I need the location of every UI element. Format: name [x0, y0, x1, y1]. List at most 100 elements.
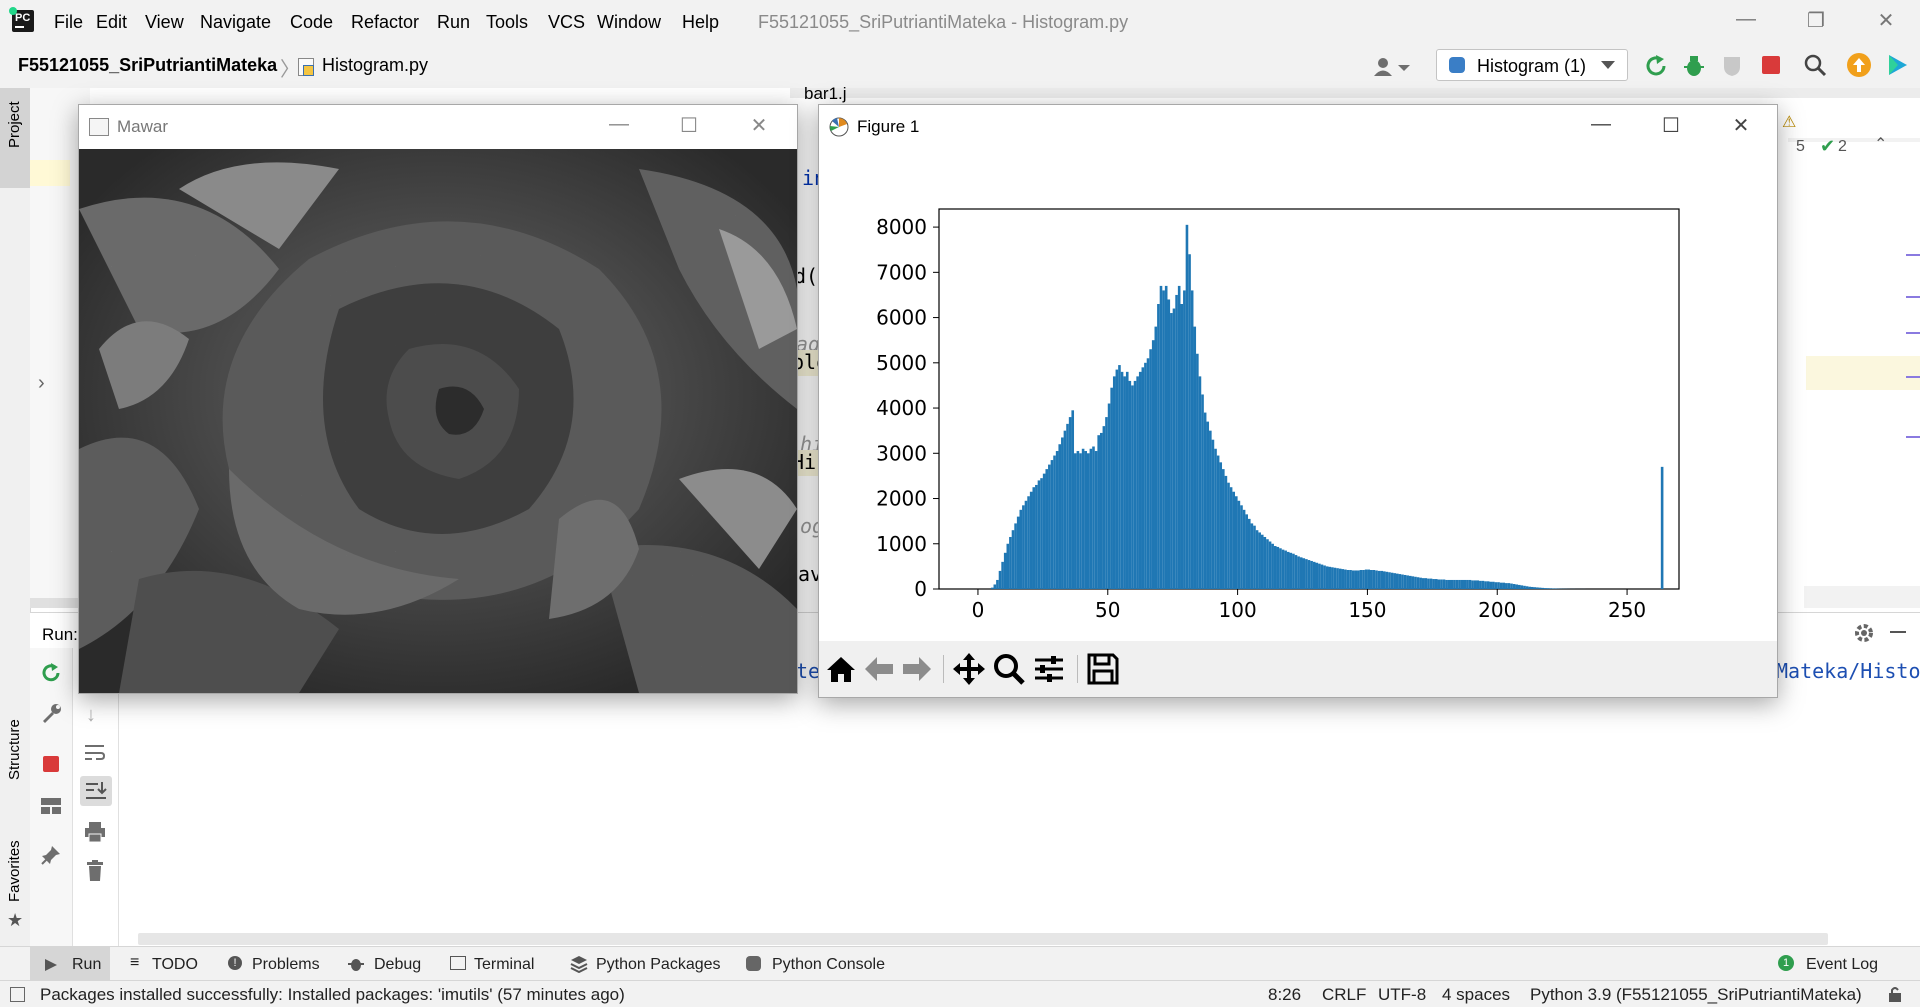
debug-icon[interactable]: [1682, 54, 1706, 78]
stop-run-icon[interactable]: [43, 756, 59, 772]
histogram-bar: [1214, 449, 1217, 589]
expand-arrow-icon[interactable]: ›: [38, 372, 45, 395]
run-output-fragment-left[interactable]: te: [796, 659, 820, 683]
warning-icon[interactable]: ⚠: [1782, 112, 1796, 132]
back-arrow-icon[interactable]: [861, 651, 897, 687]
pin-icon[interactable]: [40, 844, 62, 866]
editor-tab-partial[interactable]: bar1.j: [804, 84, 847, 104]
warning-count[interactable]: 5: [1796, 138, 1805, 156]
tab-python-console[interactable]: Python Console: [746, 947, 896, 981]
run-configuration-select[interactable]: Histogram (1): [1436, 49, 1628, 81]
print-icon[interactable]: [84, 822, 106, 842]
menu-help[interactable]: Help: [682, 12, 719, 33]
mawar-close-button[interactable]: ✕: [739, 113, 779, 141]
wrench-icon[interactable]: [40, 702, 62, 724]
trash-icon[interactable]: [86, 860, 104, 882]
zoom-icon[interactable]: [991, 651, 1027, 687]
close-button[interactable]: ✕: [1866, 8, 1906, 36]
lock-icon[interactable]: [1886, 985, 1904, 1003]
menu-navigate[interactable]: Navigate: [200, 12, 271, 33]
menu-refactor[interactable]: Refactor: [351, 12, 419, 33]
restore-button[interactable]: ❐: [1796, 8, 1836, 36]
check-icon[interactable]: ✔: [1820, 136, 1835, 157]
event-log-button[interactable]: 1 Event Log: [1778, 947, 1898, 981]
tab-terminal[interactable]: Terminal: [450, 947, 550, 981]
figure-minimize-button[interactable]: —: [1581, 113, 1621, 141]
indent-setting[interactable]: 4 spaces: [1442, 985, 1510, 1005]
breadcrumb-project[interactable]: F55121055_SriPutriantiMateka: [18, 55, 277, 76]
favorites-tool-tab[interactable]: Favorites ★: [0, 832, 30, 942]
line-separator[interactable]: CRLF: [1322, 985, 1366, 1005]
menu-file[interactable]: File: [54, 12, 83, 33]
hide-panel-icon[interactable]: [1890, 631, 1906, 633]
histogram-bar: [1131, 385, 1134, 589]
rerun-run-icon[interactable]: [40, 662, 62, 684]
tab-python-packages-label: Python Packages: [596, 956, 721, 974]
tab-problems[interactable]: ! Problems: [228, 947, 338, 981]
app-window-icon: [89, 118, 109, 136]
figure-window[interactable]: Figure 1 — ☐ ✕ 050100150200250 010002000…: [818, 104, 1778, 698]
file-encoding[interactable]: UTF-8: [1378, 985, 1426, 1005]
menu-window[interactable]: Window: [597, 12, 661, 33]
tab-python-packages[interactable]: Python Packages: [570, 947, 730, 981]
soft-wrap-icon[interactable]: [84, 742, 106, 762]
pycharm-logo-icon[interactable]: PC: [12, 10, 34, 32]
breadcrumb-file[interactable]: Histogram.py: [322, 55, 428, 76]
update-icon[interactable]: [1847, 53, 1871, 77]
figure-maximize-button[interactable]: ☐: [1651, 113, 1691, 141]
tab-debug[interactable]: Debug: [348, 947, 438, 981]
editor-scrollbar-area[interactable]: [1804, 586, 1920, 608]
histogram-bar: [1497, 582, 1500, 589]
menu-edit[interactable]: Edit: [96, 12, 127, 33]
save-icon[interactable]: [1085, 651, 1121, 687]
histogram-bar: [1051, 460, 1054, 589]
menu-code[interactable]: Code: [290, 12, 333, 33]
python-interpreter[interactable]: Python 3.9 (F55121055_SriPutriantiMateka…: [1530, 985, 1862, 1005]
arrow-down-icon[interactable]: ↓: [86, 704, 96, 727]
minimize-button[interactable]: —: [1726, 8, 1766, 36]
run-icon: [44, 958, 58, 972]
ok-count[interactable]: 2: [1838, 138, 1847, 156]
run-output-fragment-right[interactable]: Mateka/Histo: [1776, 659, 1920, 683]
error-stripe[interactable]: [1906, 164, 1920, 514]
mawar-maximize-button[interactable]: ☐: [669, 113, 709, 141]
histogram-bar: [1032, 487, 1035, 589]
figure-titlebar[interactable]: Figure 1 — ☐ ✕: [819, 105, 1777, 149]
gear-icon[interactable]: [1852, 621, 1876, 645]
mawar-minimize-button[interactable]: —: [599, 113, 639, 141]
forward-arrow-icon[interactable]: [899, 651, 935, 687]
rerun-icon[interactable]: [1644, 54, 1668, 78]
layout-icon[interactable]: [41, 798, 61, 814]
stop-icon[interactable]: [1762, 56, 1780, 74]
project-tool-tab[interactable]: Project: [0, 88, 30, 188]
coverage-icon[interactable]: [1720, 54, 1744, 78]
run-horizontal-scrollbar[interactable]: [138, 933, 1828, 945]
configure-subplots-icon[interactable]: [1031, 651, 1067, 687]
user-icon[interactable]: [1372, 56, 1412, 78]
scroll-to-end-icon[interactable]: [80, 776, 112, 806]
histogram-bar: [1513, 584, 1516, 589]
tab-run[interactable]: Run: [30, 947, 110, 981]
figure-close-button[interactable]: ✕: [1721, 113, 1761, 141]
structure-tool-tab[interactable]: Structure: [0, 708, 30, 800]
histogram-bar: [1544, 588, 1547, 589]
menu-vcs[interactable]: VCS: [548, 12, 585, 33]
histogram-bar: [1476, 580, 1479, 589]
histogram-bar: [1251, 523, 1254, 589]
caret-position[interactable]: 8:26: [1268, 985, 1301, 1005]
status-message[interactable]: Packages installed successfully: Install…: [40, 985, 625, 1005]
home-icon[interactable]: [823, 651, 859, 687]
histogram-bar: [1245, 514, 1248, 589]
search-icon[interactable]: [1802, 52, 1828, 78]
chevron-up-icon[interactable]: ⌃: [1874, 134, 1887, 154]
mawar-window[interactable]: Mawar — ☐ ✕: [78, 104, 798, 694]
project-scrollbar[interactable]: [30, 598, 80, 608]
pan-icon[interactable]: [951, 651, 987, 687]
mawar-titlebar[interactable]: Mawar — ☐ ✕: [79, 105, 797, 149]
toggle-tool-windows-icon[interactable]: [10, 987, 25, 1002]
menu-view[interactable]: View: [145, 12, 184, 33]
menu-run[interactable]: Run: [437, 12, 470, 33]
menu-tools[interactable]: Tools: [486, 12, 528, 33]
tab-todo[interactable]: ≡ TODO: [128, 947, 218, 981]
plugin-logo-icon[interactable]: [1886, 53, 1910, 77]
